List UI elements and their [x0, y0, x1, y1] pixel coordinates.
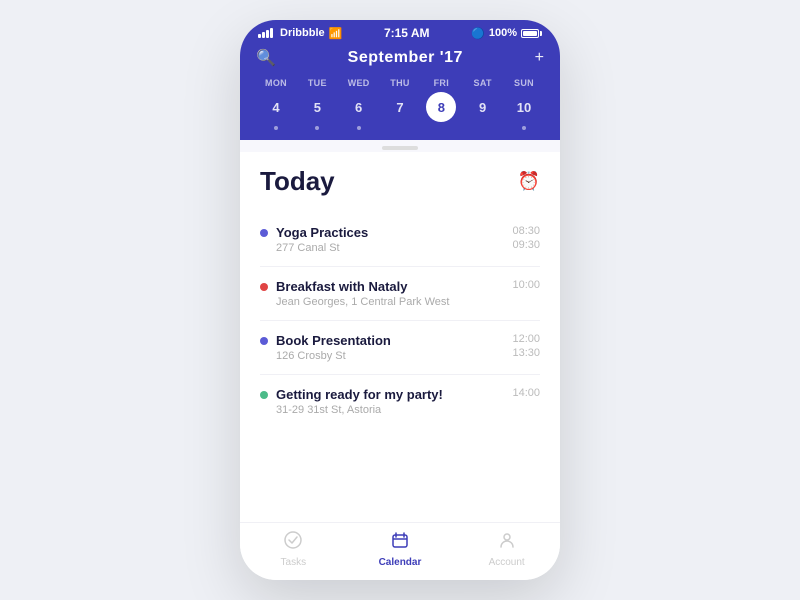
nav-item-account[interactable]: Account — [477, 531, 537, 568]
calendar-nav-icon — [391, 531, 409, 554]
day-col-6[interactable]: WED 6 — [339, 78, 379, 130]
day-number[interactable]: 10 — [509, 92, 539, 122]
day-col-7[interactable]: THU 7 — [380, 78, 420, 130]
event-time-start: 12:00 — [512, 333, 540, 345]
event-item[interactable]: Getting ready for my party! 31-29 31st St… — [260, 375, 540, 428]
day-name: THU — [390, 78, 409, 88]
scroll-indicator — [240, 140, 560, 152]
event-color-dot — [260, 283, 268, 291]
event-item[interactable]: Book Presentation 126 Crosby St 12:00 13:30 — [260, 321, 540, 375]
day-col-9[interactable]: SAT 9 — [463, 78, 503, 130]
bluetooth-icon: 🔵 — [471, 27, 485, 40]
event-item[interactable]: Breakfast with Nataly Jean Georges, 1 Cen… — [260, 267, 540, 321]
calendar-nav-label: Calendar — [379, 557, 422, 568]
event-times: 08:30 09:30 — [512, 225, 540, 251]
event-time-start: 14:00 — [512, 387, 540, 399]
today-label: Today — [260, 166, 335, 197]
event-info: Book Presentation 126 Crosby St — [276, 333, 504, 362]
day-name: SUN — [514, 78, 534, 88]
event-info: Breakfast with Nataly Jean Georges, 1 Cen… — [276, 279, 504, 308]
calendar-title: September '17 — [348, 49, 463, 67]
event-title: Yoga Practices — [276, 225, 504, 240]
day-number[interactable]: 9 — [468, 92, 498, 122]
event-times: 12:00 13:30 — [512, 333, 540, 359]
week-row: MON 4 TUE 5 WED 6 THU 7 FRI 8 SAT 9 SUN 10 — [256, 78, 544, 130]
day-number[interactable]: 5 — [302, 92, 332, 122]
day-col-10[interactable]: SUN 10 — [504, 78, 544, 130]
status-time: 7:15 AM — [384, 26, 430, 40]
day-dot — [274, 126, 278, 130]
event-location: 277 Canal St — [276, 242, 504, 254]
day-dot — [357, 126, 361, 130]
search-icon[interactable]: 🔍 — [256, 48, 276, 68]
event-info: Yoga Practices 277 Canal St — [276, 225, 504, 254]
day-dot — [522, 126, 526, 130]
status-bar: Dribbble 📶 7:15 AM 🔵 100% — [240, 20, 560, 44]
phone-container: Dribbble 📶 7:15 AM 🔵 100% 🔍 September '1… — [240, 20, 560, 580]
event-location: 31-29 31st St, Astoria — [276, 404, 504, 416]
status-left: Dribbble 📶 — [258, 27, 342, 40]
event-color-dot — [260, 337, 268, 345]
wifi-icon: 📶 — [329, 27, 343, 40]
event-title: Breakfast with Nataly — [276, 279, 504, 294]
day-name: WED — [348, 78, 370, 88]
day-name: TUE — [308, 78, 327, 88]
event-time-start: 08:30 — [512, 225, 540, 237]
account-nav-label: Account — [489, 557, 525, 568]
day-number[interactable]: 7 — [385, 92, 415, 122]
today-row: Today ⏰ — [260, 166, 540, 197]
clock-icon[interactable]: ⏰ — [518, 171, 540, 192]
main-content: Today ⏰ Yoga Practices277 Canal St08:300… — [240, 152, 560, 522]
scroll-pill — [382, 146, 418, 150]
header-row: 🔍 September '17 + — [256, 48, 544, 68]
event-title: Book Presentation — [276, 333, 504, 348]
day-number[interactable]: 6 — [344, 92, 374, 122]
tasks-nav-label: Tasks — [281, 557, 307, 568]
account-nav-icon — [498, 531, 516, 554]
day-col-4[interactable]: MON 4 — [256, 78, 296, 130]
day-name: FRI — [434, 78, 449, 88]
event-list: Yoga Practices 277 Canal St 08:30 09:30 Brea… — [260, 213, 540, 428]
carrier-label: Dribbble — [280, 27, 325, 39]
event-item[interactable]: Yoga Practices 277 Canal St 08:30 09:30 — [260, 213, 540, 267]
event-times: 10:00 — [512, 279, 540, 291]
add-icon[interactable]: + — [535, 49, 544, 67]
event-color-dot — [260, 229, 268, 237]
event-location: 126 Crosby St — [276, 350, 504, 362]
status-right: 🔵 100% — [471, 27, 542, 40]
day-number[interactable]: 4 — [261, 92, 291, 122]
day-number[interactable]: 8 — [426, 92, 456, 122]
day-name: MON — [265, 78, 287, 88]
tasks-nav-icon — [284, 531, 302, 554]
battery-label: 100% — [489, 27, 517, 39]
day-col-8[interactable]: FRI 8 — [421, 78, 461, 130]
bottom-nav: Tasks Calendar Account — [240, 522, 560, 580]
day-name: SAT — [474, 78, 492, 88]
nav-item-tasks[interactable]: Tasks — [263, 531, 323, 568]
day-col-5[interactable]: TUE 5 — [297, 78, 337, 130]
battery-icon — [521, 29, 542, 38]
signal-bars — [258, 28, 273, 38]
nav-item-calendar[interactable]: Calendar — [370, 531, 430, 568]
event-times: 14:00 — [512, 387, 540, 399]
event-time-start: 10:00 — [512, 279, 540, 291]
day-dot — [315, 126, 319, 130]
calendar-header: 🔍 September '17 + MON4TUE5WED6THU7FRI8SA… — [240, 44, 560, 140]
event-title: Getting ready for my party! — [276, 387, 504, 402]
event-color-dot — [260, 391, 268, 399]
event-info: Getting ready for my party! 31-29 31st St… — [276, 387, 504, 416]
event-time-end: 09:30 — [512, 239, 540, 251]
event-time-end: 13:30 — [512, 347, 540, 359]
event-location: Jean Georges, 1 Central Park West — [276, 296, 504, 308]
